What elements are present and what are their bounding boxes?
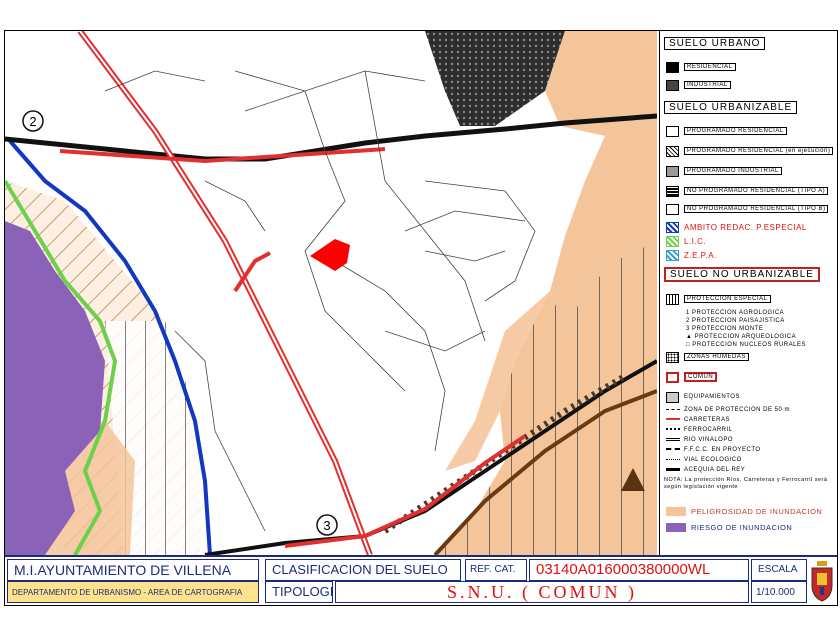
tipologia-value: S.N.U. ( COMUN ) [335, 581, 749, 603]
legend-urbanizable-title: SUELO URBANIZABLE [664, 101, 798, 114]
ayuntamiento-title: M.I.AYUNTAMIENTO DE VILLENA [7, 559, 259, 581]
marker-3-label: 3 [323, 518, 330, 533]
tipologia-label: TIPOLOGIA [265, 581, 333, 603]
industrial-zone [425, 31, 565, 126]
legend-item-ambito: AMBITO REDAC. P.ESPECIAL [666, 221, 807, 233]
ref-cat-label: REF. CAT. [465, 559, 527, 581]
coat-of-arms-icon [809, 559, 835, 603]
legend-panel: SUELO URBANO RESIDENCIAL INDUSTRIAL SUEL… [659, 31, 836, 555]
residencial-swatch [666, 61, 679, 73]
map-sheet: 2 3 SUELO URBANO RESIDENCIAL INDUSTRIAL … [4, 30, 838, 606]
legend-item-noprog-a: NO PROGRAMADO RESIDENCIAL (TIPO A) [666, 185, 829, 197]
legend-no-urbanizable-title: SUELO NO URBANIZABLE [664, 267, 820, 282]
marker-2-label: 2 [29, 114, 36, 129]
legend-urbano-title: SUELO URBANO [664, 37, 766, 50]
peligrosidad-zone-bottom [435, 241, 657, 555]
ref-cat-value: 03140A016000380000WL [529, 559, 749, 581]
clasificacion-title: CLASIFICACION DEL SUELO [265, 559, 461, 581]
legend-nota: NOTA: La protección Ríos, Carreteras y F… [664, 477, 828, 490]
title-block: M.I.AYUNTAMIENTO DE VILLENA DEPARTAMENTO… [5, 555, 837, 605]
legend-item-riesgo: RIESGO DE INUNDACION [666, 521, 792, 533]
escala-value: 1/10.000 [751, 581, 807, 603]
legend-item-peligrosidad: PELIGROSIDAD DE INUNDACION [666, 505, 822, 517]
legend-item-lic: L.I.C. [666, 235, 706, 247]
industrial-swatch [666, 79, 679, 91]
cadastral-map: 2 3 [5, 31, 657, 555]
legend-item-industrial: INDUSTRIAL [666, 79, 731, 91]
legend-item-noprog-b: NO PROGRAMADO RESIDENCIAL (TIPO B) [666, 203, 829, 215]
legend-item-humedas: ZONAS HUMEDAS [666, 351, 749, 363]
legend-line-symbols: ZONA DE PROTECCION DE 50 m CARRETERAS FE… [666, 405, 790, 475]
legend-item-comun: COMUN [666, 371, 718, 383]
legend-item-proteccion: PROTECCION ESPECIAL [666, 293, 771, 305]
escala-label: ESCALA [751, 559, 807, 581]
legend-item-zepa: Z.E.P.A. [666, 249, 717, 261]
departamento-label: DEPARTAMENTO DE URBANISMO - AREA DE CART… [7, 581, 259, 603]
legend-item-prog-ind: PROGRAMADO INDUSTRIAL [666, 165, 782, 177]
legend-proteccion-sublist: 1 PROTECCION AGROLOGICA 2 PROTECCION PAI… [686, 310, 806, 348]
legend-item-prog-res: PROGRAMADO RESIDENCIAL [666, 125, 787, 137]
legend-item-equip: EQUIPAMIENTOS [666, 391, 740, 403]
legend-item-residencial: RESIDENCIAL [666, 61, 736, 73]
legend-item-prog-res-ejec: PROGRAMADO RESIDENCIAL (en ejecución) [666, 145, 834, 157]
